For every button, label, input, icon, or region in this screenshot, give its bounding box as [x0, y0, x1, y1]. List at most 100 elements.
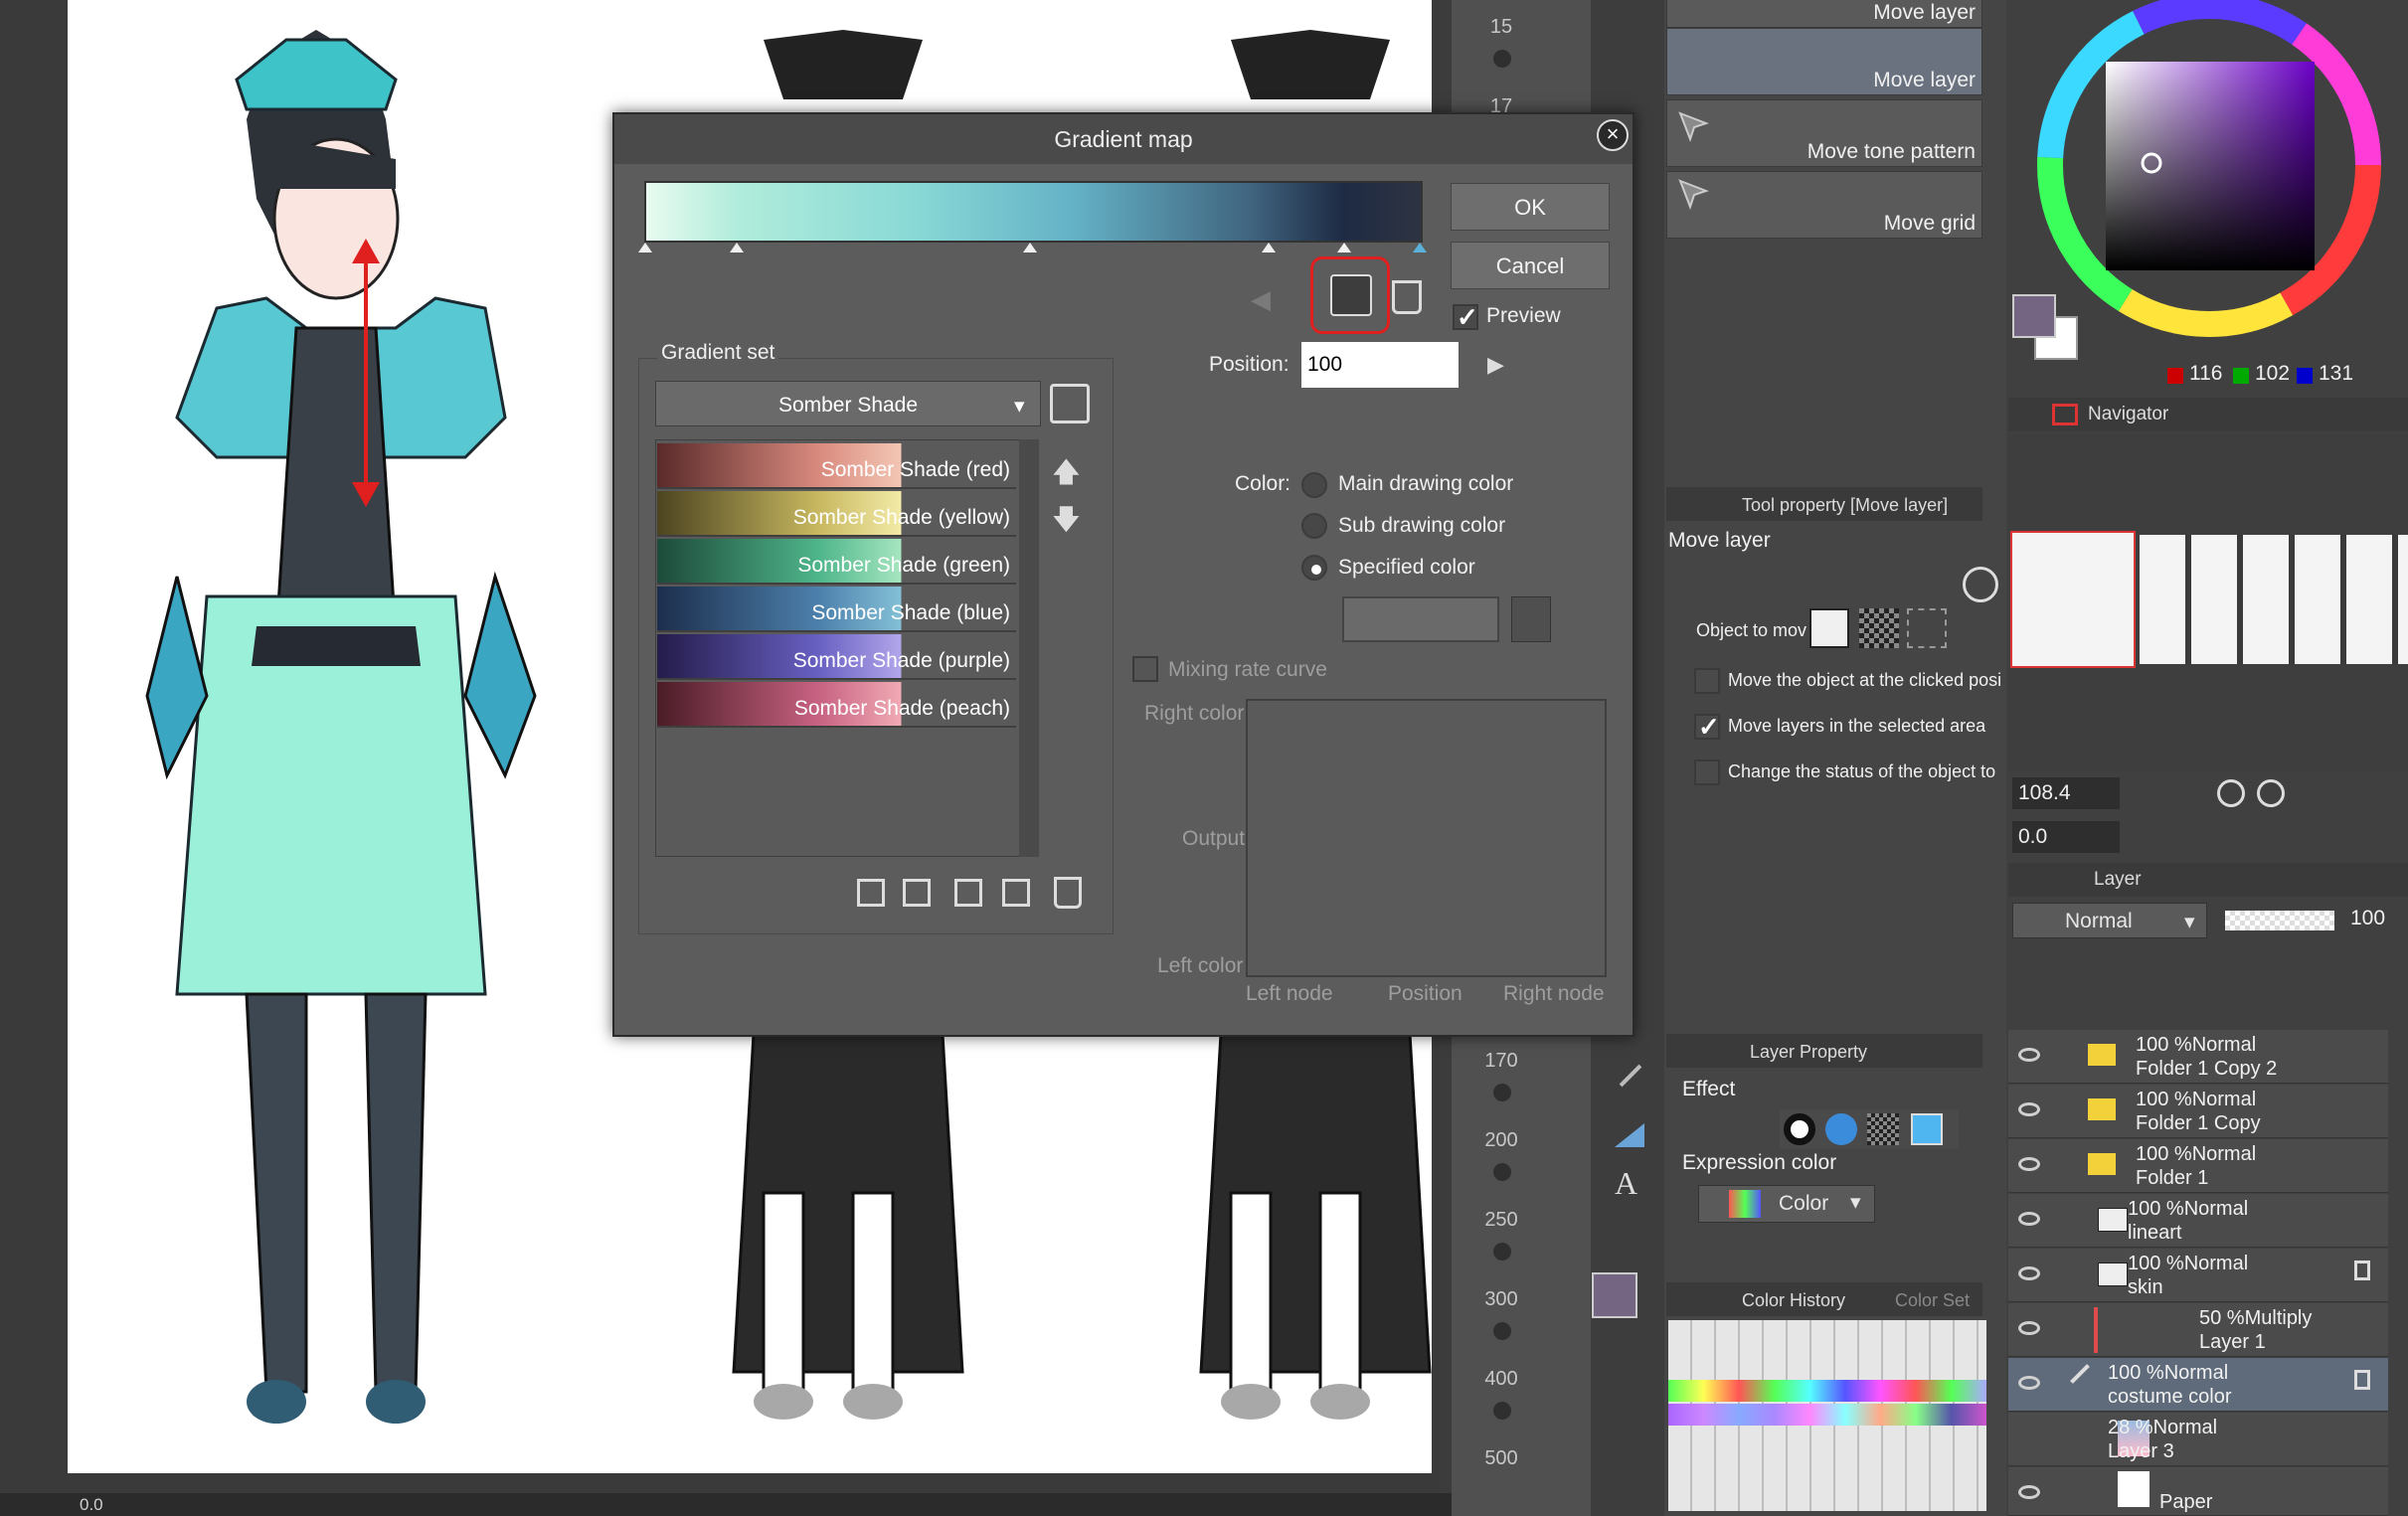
eye-icon[interactable]	[2018, 1102, 2040, 1116]
layer-panel-header: Layer	[2008, 863, 2408, 897]
eye-icon[interactable]	[2018, 1212, 2040, 1226]
import-gradient-icon[interactable]	[903, 879, 931, 907]
layer-row[interactable]: Paper	[2008, 1467, 2388, 1516]
object-type-tone-icon[interactable]	[1859, 608, 1899, 648]
main-color-chip-front[interactable]	[2012, 294, 2056, 338]
blend-mode-dropdown[interactable]: Normal ▾	[2012, 903, 2207, 938]
gradient-node[interactable]	[1023, 243, 1037, 253]
mixing-rate-checkbox[interactable]	[1132, 656, 1158, 682]
gradient-set-item[interactable]: Somber Shade (red)	[657, 443, 1016, 489]
eye-icon[interactable]	[2018, 1376, 2040, 1390]
option-checkbox[interactable]	[1694, 759, 1720, 785]
zoom-field[interactable]: 108.4	[2012, 777, 2120, 809]
gradient-set-item[interactable]: Somber Shade (purple)	[657, 634, 1016, 680]
layer-row[interactable]: 100 %Normal Folder 1 Copy	[2008, 1085, 2388, 1138]
layer-color-icon[interactable]	[1911, 1113, 1943, 1145]
gradient-node-selected[interactable]	[1413, 243, 1427, 253]
eye-icon[interactable]	[2018, 1266, 2040, 1280]
object-type-raster-icon[interactable]	[1809, 608, 1849, 648]
option-checkbox[interactable]	[1694, 668, 1720, 694]
layer-row[interactable]: 50 %Multiply Layer 1	[2008, 1303, 2388, 1357]
add-gradient-icon[interactable]	[857, 879, 885, 907]
ruler-tool-icon[interactable]	[1615, 1123, 1644, 1147]
zoom-out-icon[interactable]	[2217, 779, 2245, 807]
layer-name: lineart	[2128, 1222, 2182, 1244]
delete-gradient-icon[interactable]	[1054, 877, 1082, 909]
ruler-number: 170	[1484, 1050, 1518, 1072]
sub-tool-move-layer-top[interactable]: Move layer	[1666, 0, 1982, 28]
watercolor-edge-icon[interactable]	[1825, 1113, 1857, 1145]
rotation-field[interactable]: 0.0	[2012, 821, 2120, 853]
expression-color-dropdown[interactable]: Color ▾	[1698, 1185, 1875, 1223]
color-history-row[interactable]	[1668, 1404, 1986, 1426]
gradient-set-item[interactable]: Somber Shade (blue)	[657, 587, 1016, 632]
color-wheel[interactable]	[2014, 0, 2390, 366]
layer-row[interactable]: 100 %Normal Folder 1	[2008, 1139, 2388, 1193]
gradient-node[interactable]	[1337, 243, 1351, 253]
output-label: Output	[1182, 827, 1246, 850]
layer-blend: 100 %Normal	[2128, 1198, 2249, 1220]
layer-row[interactable]: 100 %Normal skin	[2008, 1249, 2388, 1302]
opacity-slider[interactable]	[2225, 911, 2334, 930]
layer-row[interactable]: 28 %Normal Layer 3	[2008, 1413, 2388, 1466]
object-type-grid-icon[interactable]	[1907, 608, 1947, 648]
main-color-swatch[interactable]	[1592, 1272, 1637, 1318]
gradient-set-item[interactable]: Somber Shade (yellow)	[657, 491, 1016, 537]
trash-icon[interactable]	[1392, 280, 1422, 314]
navigator-viewport[interactable]	[2010, 531, 2136, 668]
preview-checkbox[interactable]	[1453, 302, 1478, 333]
mixing-rate-curve-graph[interactable]	[1246, 699, 1607, 977]
main-drawing-color-radio[interactable]	[1301, 472, 1327, 498]
close-icon[interactable]: ×	[1597, 119, 1629, 151]
gradient-bar[interactable]	[644, 181, 1423, 243]
navigator-preview[interactable]	[2008, 433, 2408, 771]
line-tool-icon[interactable]	[1619, 1064, 1642, 1088]
wrench-icon[interactable]	[1963, 567, 1998, 602]
lock-icon[interactable]	[2354, 1261, 2370, 1280]
tone-effect-icon[interactable]	[1867, 1113, 1899, 1145]
specified-color-swatch[interactable]	[1342, 596, 1499, 642]
cancel-button[interactable]: Cancel	[1451, 242, 1610, 289]
mixing-rate-label: Mixing rate curve	[1168, 658, 1327, 681]
eye-icon[interactable]	[2018, 1157, 2040, 1171]
text-tool-icon[interactable]: A	[1615, 1165, 1637, 1202]
sub-tool-move-layer[interactable]: Move layer	[1666, 28, 1982, 95]
gradient-set-item[interactable]: Somber Shade (green)	[657, 539, 1016, 585]
lock-icon[interactable]	[2354, 1370, 2370, 1390]
position-input[interactable]: 100	[1301, 342, 1459, 388]
color-history-row[interactable]	[1668, 1380, 1986, 1402]
gradient-node[interactable]	[730, 243, 744, 253]
layer-row[interactable]: 100 %Normal Folder 1 Copy 2	[2008, 1030, 2388, 1084]
gradient-node[interactable]	[638, 243, 652, 253]
duplicate-gradient-icon[interactable]	[954, 879, 982, 907]
gradient-set-dropdown[interactable]: Somber Shade ▾	[655, 381, 1041, 426]
tab-color-history[interactable]: Color History	[1742, 1290, 1845, 1310]
specified-color-radio[interactable]	[1301, 555, 1327, 581]
layer-row[interactable]: 100 %Normal lineart	[2008, 1194, 2388, 1248]
eyedropper-icon[interactable]	[1511, 596, 1551, 642]
eye-icon[interactable]	[2018, 1048, 2040, 1062]
previous-node-icon[interactable]: ◀	[1251, 284, 1271, 315]
gradient-set-item[interactable]: Somber Shade (peach)	[657, 682, 1016, 728]
border-effect-icon[interactable]	[1784, 1113, 1815, 1145]
sub-drawing-color-radio[interactable]	[1301, 513, 1327, 539]
move-down-icon[interactable]: 🡇	[1052, 499, 1081, 547]
eye-icon[interactable]	[2018, 1485, 2040, 1499]
list-scrollbar[interactable]	[1019, 439, 1039, 857]
move-up-icon[interactable]: 🡅	[1052, 451, 1081, 499]
option-checkbox[interactable]	[1694, 712, 1720, 743]
layer-row-selected[interactable]: 100 %Normal costume color	[2008, 1358, 2388, 1412]
dialog-title: Gradient map	[614, 114, 1633, 164]
eye-icon[interactable]	[2018, 1321, 2040, 1335]
tab-color-set[interactable]: Color Set	[1895, 1290, 1970, 1311]
ok-button[interactable]: OK	[1451, 183, 1610, 231]
next-node-icon[interactable]: ▶	[1487, 352, 1504, 378]
gradient-set-label: Gradient set	[657, 341, 779, 365]
layer-blend: 100 %Normal	[2128, 1253, 2249, 1274]
folder-icon	[2088, 1044, 2116, 1066]
settings-wrench-icon[interactable]	[1050, 384, 1090, 423]
new-gradient-icon[interactable]	[1002, 879, 1030, 907]
zoom-in-icon[interactable]	[2257, 779, 2285, 807]
reverse-gradient-icon[interactable]	[1330, 274, 1372, 316]
gradient-node[interactable]	[1262, 243, 1276, 253]
